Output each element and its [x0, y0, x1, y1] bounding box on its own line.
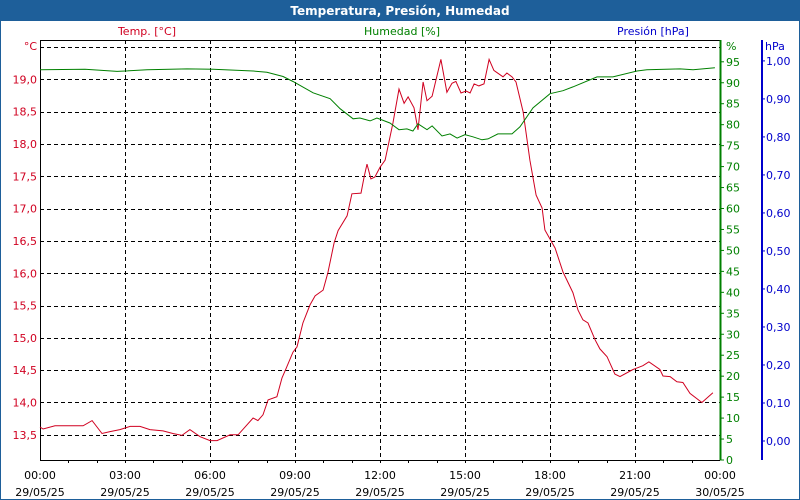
pressure-tick-label: 0,30: [766, 321, 791, 334]
temp-tick-label: 15,0: [13, 332, 38, 345]
pressure-tick-label: 0,10: [766, 397, 791, 410]
humidity-tick-label: 65: [726, 182, 740, 195]
x-tick-time: 09:00: [279, 469, 311, 482]
humidity-tick-label: 40: [726, 286, 740, 299]
humidity-tick-label: 85: [726, 98, 740, 111]
humidity-series-line: [39, 67, 715, 141]
temperature-series-line: [39, 57, 714, 442]
pressure-tick-label: 0,60: [766, 207, 791, 220]
humidity-tick-label: 80: [726, 119, 740, 132]
humidity-tick-label: 70: [726, 161, 740, 174]
temp-tick-label: 18,5: [13, 106, 38, 119]
humidity-tick-label: 5: [726, 433, 733, 446]
humidity-tick-label: 35: [726, 307, 740, 320]
humidity-axis-unit: %: [726, 40, 736, 53]
humidity-tick-label: 45: [726, 265, 740, 278]
temp-axis-unit: °C: [24, 40, 38, 53]
legend-pressure: Presión [hPa]: [617, 25, 689, 38]
x-tick-time: 06:00: [194, 469, 226, 482]
humidity-tick-label: 95: [726, 56, 740, 69]
x-tick-time: 00:00: [704, 469, 736, 482]
temp-tick-label: 16,5: [13, 235, 38, 248]
humidity-tick-label: 15: [726, 391, 740, 404]
temp-tick-label: 18,0: [13, 138, 38, 151]
x-tick-time: 12:00: [364, 469, 396, 482]
pressure-tick-label: 0,90: [766, 93, 791, 106]
legend-temp: Temp. [°C]: [117, 25, 176, 38]
pressure-axis-unit: hPa: [765, 40, 785, 53]
humidity-tick-label: 0: [726, 454, 733, 467]
pressure-tick-label: 0,80: [766, 131, 791, 144]
legend-humidity: Humedad [%]: [364, 25, 440, 38]
x-tick-time: 18:00: [534, 469, 566, 482]
temp-tick-label: 13,5: [13, 429, 38, 442]
humidity-tick-label: 25: [726, 349, 740, 362]
humidity-tick-label: 60: [726, 203, 740, 216]
pressure-tick-label: 0,20: [766, 359, 791, 372]
pressure-tick-label: 0,40: [766, 283, 791, 296]
pressure-tick-label: 0,00: [766, 435, 791, 448]
x-tick-date: 29/05/25: [100, 486, 149, 499]
pressure-tick-label: 1,00: [766, 55, 791, 68]
x-tick-date: 29/05/25: [440, 486, 489, 499]
temp-tick-label: 15,5: [13, 300, 38, 313]
humidity-tick-label: 30: [726, 328, 740, 341]
x-tick-date: 29/05/25: [355, 486, 404, 499]
humidity-tick-label: 10: [726, 412, 740, 425]
temp-tick-label: 14,0: [13, 396, 38, 409]
temp-tick-label: 16,0: [13, 267, 38, 280]
x-tick-time: 21:00: [619, 469, 651, 482]
temp-tick-label: 17,0: [13, 203, 38, 216]
humidity-tick-label: 20: [726, 370, 740, 383]
humidity-tick-label: 75: [726, 140, 740, 153]
x-tick-date: 29/05/25: [185, 486, 234, 499]
x-tick-date: 29/05/25: [525, 486, 574, 499]
pressure-tick-label: 0,50: [766, 245, 791, 258]
x-tick-time: 15:00: [449, 469, 481, 482]
temp-tick-label: 17,5: [13, 170, 38, 183]
temp-tick-label: 14,5: [13, 364, 38, 377]
x-tick-time: 00:00: [24, 469, 56, 482]
pressure-tick-label: 0,70: [766, 169, 791, 182]
temp-tick-label: 19,0: [13, 73, 38, 86]
humidity-tick-label: 50: [726, 244, 740, 257]
x-tick-time: 03:00: [109, 469, 141, 482]
x-tick-date: 30/05/25: [695, 486, 744, 499]
x-tick-date: 29/05/25: [610, 486, 659, 499]
x-tick-date: 29/05/25: [15, 486, 64, 499]
humidity-tick-label: 90: [726, 77, 740, 90]
x-tick-date: 29/05/25: [270, 486, 319, 499]
humidity-tick-label: 55: [726, 223, 740, 236]
chart: Temp. [°C] Humedad [%] Presión [hPa] °C …: [13, 25, 791, 499]
